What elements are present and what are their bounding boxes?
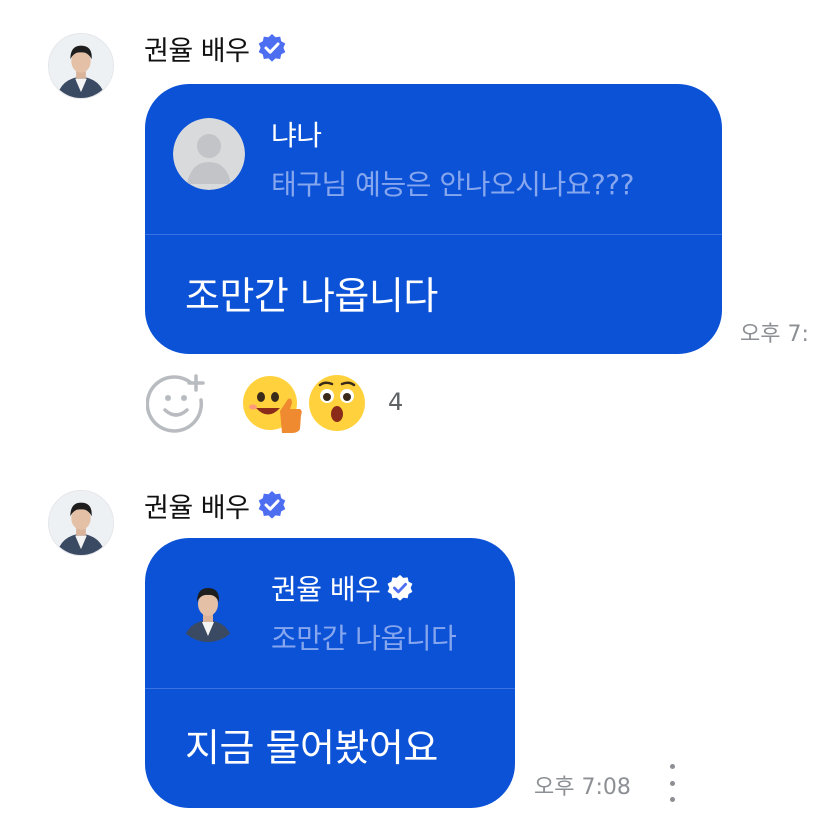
quote-divider: [145, 688, 515, 689]
sender-name: 권율 배우: [144, 35, 250, 67]
message-bubble[interactable]: 냐나 태구님 예능은 안나오시나요??? 조만간 나옵니다: [145, 84, 722, 354]
default-profile-icon: [173, 118, 245, 190]
surprised-face-icon[interactable]: [305, 371, 369, 435]
thumbs-up-face-icon[interactable]: [240, 371, 304, 435]
quoted-avatar: [175, 576, 241, 642]
quoted-author: 냐나: [271, 114, 322, 154]
quoted-message[interactable]: 권율 배우 조만간 나옵니다: [145, 538, 515, 689]
reply-text: 지금 물어봤어요: [185, 726, 438, 770]
message-bubble[interactable]: 권율 배우 조만간 나옵니다 지금 물어봤어요: [145, 538, 515, 808]
sender-name-row: 권율 배우: [144, 487, 287, 524]
verified-badge-icon: [257, 490, 287, 520]
sender-name-row: 권율 배우: [144, 30, 287, 67]
more-options-icon[interactable]: [664, 764, 680, 802]
quoted-message[interactable]: 냐나 태구님 예능은 안나오시나요???: [145, 84, 722, 235]
reply-text: 조만간 나옵니다: [185, 274, 438, 318]
reaction-count[interactable]: 4: [388, 388, 403, 416]
sender-name: 권율 배우: [144, 492, 250, 524]
avatar-photo: [175, 576, 241, 642]
quote-divider: [145, 234, 722, 235]
avatar-photo: [49, 34, 113, 98]
verified-badge-icon: [386, 574, 414, 602]
quoted-text: 조만간 나옵니다: [271, 622, 457, 655]
sender-avatar[interactable]: [48, 490, 114, 556]
verified-badge-icon: [257, 33, 287, 63]
quoted-text: 태구님 예능은 안나오시나요???: [271, 168, 635, 201]
quoted-avatar: [173, 118, 245, 190]
sender-avatar[interactable]: [48, 33, 114, 99]
quoted-author-name: 냐나: [271, 119, 322, 152]
quoted-author: 권율 배우: [271, 568, 414, 608]
quoted-author-name: 권율 배우: [271, 573, 381, 606]
message-timestamp: 오후 7:08: [534, 775, 631, 800]
avatar-photo: [49, 491, 113, 555]
add-reaction-icon[interactable]: [146, 372, 208, 434]
message-timestamp: 오후 7:: [740, 322, 809, 347]
